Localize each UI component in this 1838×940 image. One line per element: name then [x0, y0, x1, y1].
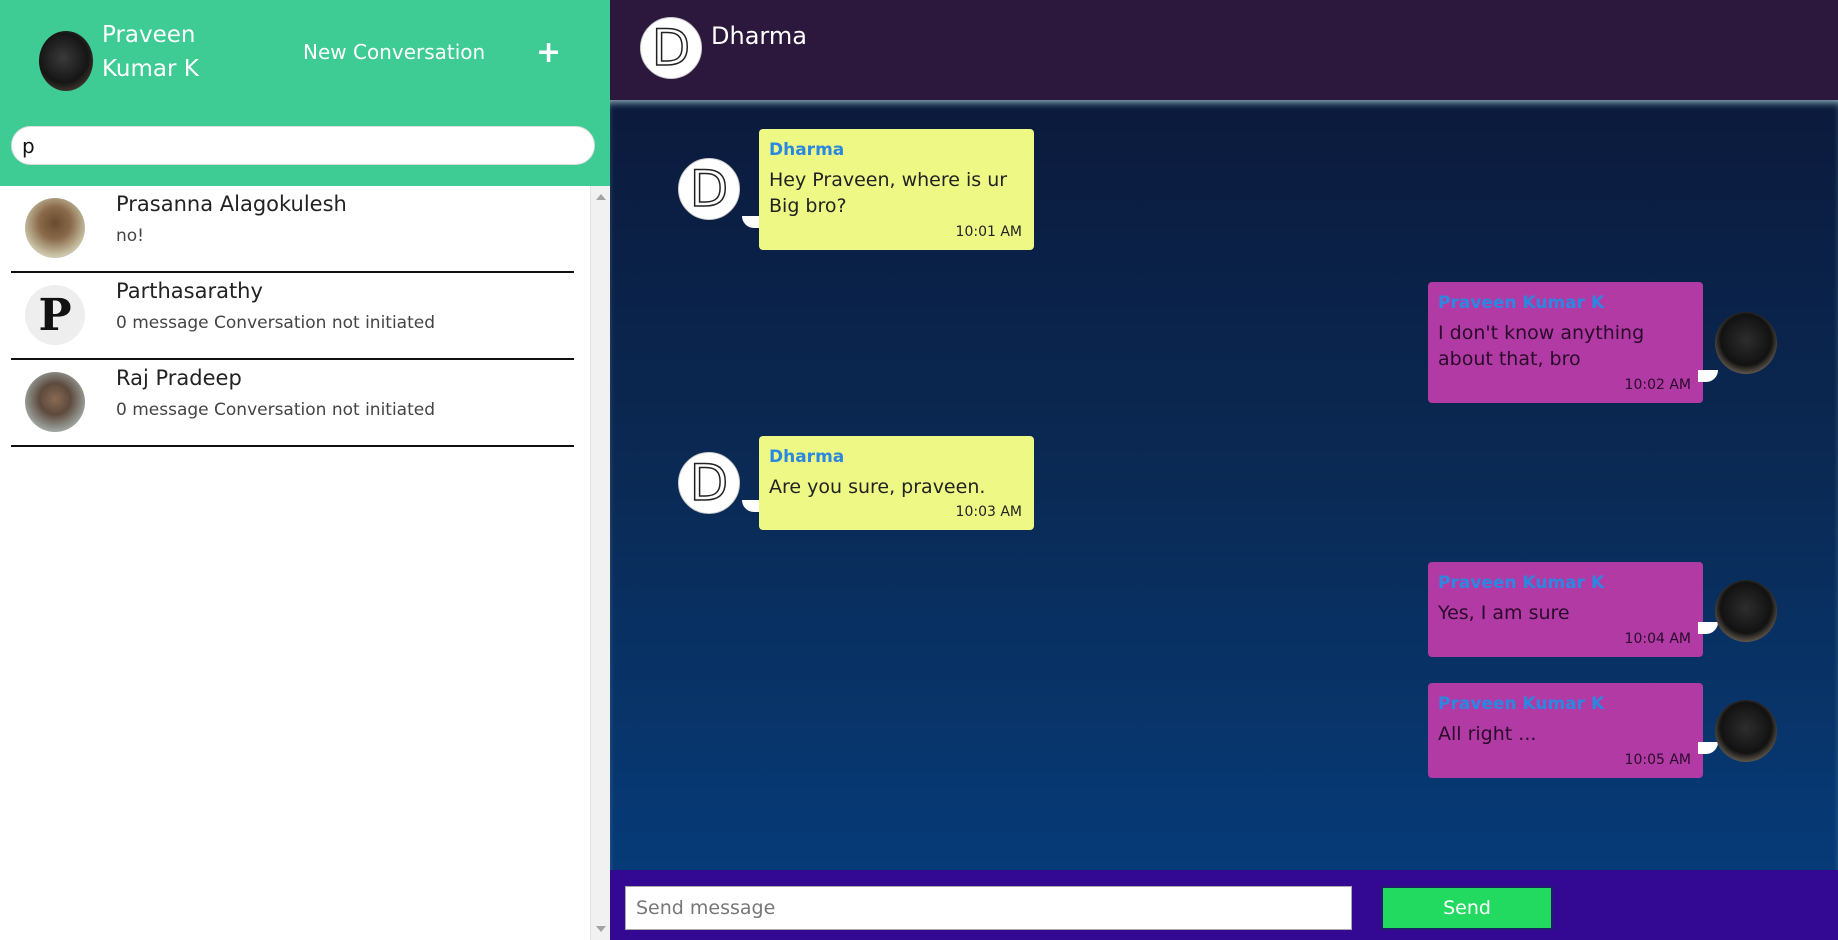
- avatar: [1715, 312, 1777, 374]
- search-input[interactable]: [11, 126, 595, 165]
- avatar: [25, 372, 85, 432]
- user-name: Praveen Kumar K: [102, 22, 199, 82]
- message-bubble: Dharma Are you sure, praveen. 10:03 AM: [759, 436, 1034, 530]
- avatar: D: [678, 158, 740, 220]
- contact-preview: 0 message Conversation not initiated: [116, 400, 436, 420]
- composer-bar: Send: [610, 870, 1838, 940]
- message-time: 10:03 AM: [955, 504, 1022, 520]
- message-input[interactable]: [625, 886, 1352, 930]
- sidebar-header: Praveen Kumar K New Conversation +: [0, 0, 610, 186]
- contact-item-raj-pradeep[interactable]: Raj Pradeep 0 message Conversation not i…: [11, 360, 574, 447]
- message-sender: Dharma: [769, 140, 845, 160]
- bubble-tail: [1698, 742, 1718, 754]
- send-button[interactable]: Send: [1381, 886, 1553, 930]
- message-text: All right ...: [1438, 723, 1537, 745]
- message-area[interactable]: D Dharma Hey Praveen, where is ur Big br…: [610, 100, 1838, 870]
- message-bubble: Dharma Hey Praveen, where is ur Big bro?…: [759, 129, 1034, 250]
- bubble-tail: [1698, 370, 1718, 382]
- message-bubble: Praveen Kumar K All right ... 10:05 AM: [1428, 683, 1703, 778]
- contact-preview: no!: [116, 226, 144, 246]
- message-time: 10:02 AM: [1624, 377, 1691, 393]
- message-bubble: Praveen Kumar K I don't know anything ab…: [1428, 282, 1703, 403]
- bubble-tail: [1698, 622, 1718, 634]
- message-sender: Praveen Kumar K: [1438, 293, 1605, 313]
- chat-panel: D Dharma D Dharma Hey Praveen, where is …: [610, 0, 1838, 940]
- contact-name: Parthasarathy: [116, 279, 263, 303]
- contact-item-parthasarathy[interactable]: P Parthasarathy 0 message Conversation n…: [11, 273, 574, 360]
- message-sender: Praveen Kumar K: [1438, 694, 1605, 714]
- message-bubble: Praveen Kumar K Yes, I am sure 10:04 AM: [1428, 562, 1703, 657]
- contact-name: Raj Pradeep: [116, 366, 242, 390]
- sidebar-scrollbar[interactable]: [590, 186, 610, 940]
- scroll-down-icon[interactable]: [596, 926, 606, 932]
- contact-list: Prasanna Alagokulesh no! P Parthasarathy…: [0, 186, 590, 940]
- avatar: P: [25, 285, 85, 345]
- message-text: Are you sure, praveen.: [769, 476, 986, 498]
- scroll-up-icon[interactable]: [596, 194, 606, 200]
- user-avatar[interactable]: [39, 31, 93, 91]
- message-text: I don't know anything about that, bro: [1438, 322, 1645, 370]
- chat-contact-name: Dharma: [711, 22, 807, 50]
- chat-header: D Dharma: [610, 0, 1838, 100]
- sidebar: Praveen Kumar K New Conversation + Prasa…: [0, 0, 610, 940]
- avatar: [1715, 580, 1777, 642]
- contact-preview: 0 message Conversation not initiated: [116, 313, 436, 333]
- message-text: Yes, I am sure: [1438, 602, 1570, 624]
- avatar: [1715, 700, 1777, 762]
- new-conversation-button[interactable]: New Conversation: [303, 38, 485, 66]
- message-sender: Praveen Kumar K: [1438, 573, 1605, 593]
- message-text: Hey Praveen, where is ur Big bro?: [769, 169, 1008, 217]
- chat-contact-avatar[interactable]: D: [640, 17, 702, 79]
- message-sender: Dharma: [769, 447, 845, 467]
- plus-icon[interactable]: +: [536, 38, 561, 68]
- contact-name: Prasanna Alagokulesh: [116, 192, 347, 216]
- message-time: 10:01 AM: [955, 224, 1022, 240]
- avatar: [25, 198, 85, 258]
- avatar: D: [678, 452, 740, 514]
- contact-item-prasanna[interactable]: Prasanna Alagokulesh no!: [11, 186, 574, 273]
- message-time: 10:04 AM: [1624, 631, 1691, 647]
- message-time: 10:05 AM: [1624, 752, 1691, 768]
